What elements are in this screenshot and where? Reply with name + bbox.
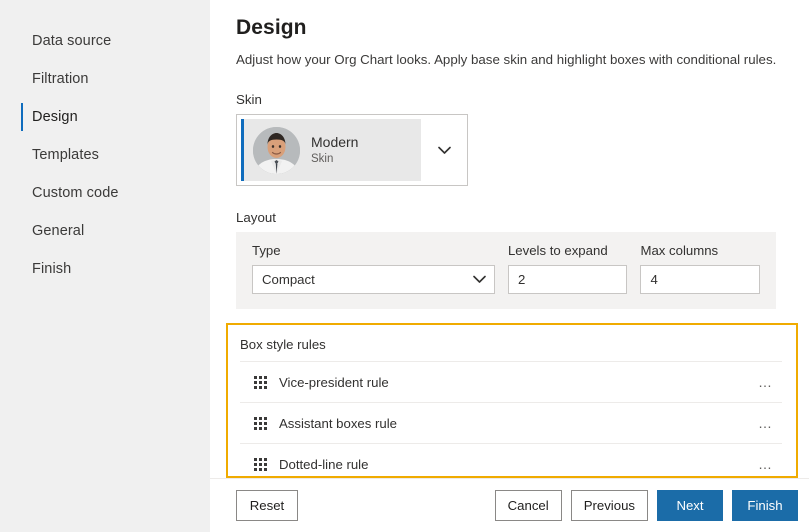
wizard-window: Data source Filtration Design Templates … — [0, 0, 809, 532]
next-button[interactable]: Next — [657, 490, 723, 521]
layout-type-value: Compact — [262, 272, 315, 288]
sidebar-item-label: Filtration — [32, 70, 89, 87]
skin-preview: Modern Skin — [241, 119, 421, 182]
page-subtitle: Adjust how your Org Chart looks. Apply b… — [236, 52, 777, 67]
skin-dropdown-toggle[interactable] — [421, 115, 467, 185]
layout-type-select[interactable]: Compact — [252, 265, 495, 295]
ellipsis-icon[interactable]: … — [758, 375, 778, 389]
box-style-rules-label: Box style rules — [240, 337, 326, 352]
drag-handle-icon[interactable] — [254, 457, 268, 471]
sidebar-item-design[interactable]: Design — [0, 98, 210, 136]
chevron-down-icon — [473, 275, 486, 284]
skin-selector[interactable]: Modern Skin — [236, 114, 468, 187]
sidebar-item-finish[interactable]: Finish — [0, 250, 210, 288]
skin-subtitle: Skin — [311, 153, 334, 166]
drag-handle-icon[interactable] — [254, 416, 268, 430]
skin-text: Modern Skin — [300, 134, 358, 166]
sidebar-item-templates[interactable]: Templates — [0, 136, 210, 174]
previous-button[interactable]: Previous — [570, 490, 648, 521]
ellipsis-icon[interactable]: … — [758, 416, 778, 430]
avatar-photo-icon — [253, 126, 300, 174]
ellipsis-icon[interactable]: … — [758, 457, 778, 471]
cancel-button[interactable]: Cancel — [494, 490, 562, 521]
rule-row[interactable]: Assistant boxes rule … — [240, 402, 782, 443]
drag-handle-icon[interactable] — [254, 375, 268, 389]
sidebar-item-label: Templates — [32, 146, 99, 163]
max-columns-input[interactable]: 4 — [640, 265, 760, 295]
reset-button[interactable]: Reset — [236, 490, 298, 521]
levels-to-expand-field: Levels to expand 2 — [507, 243, 628, 295]
layout-type-label: Type — [252, 243, 281, 259]
skin-name: Modern — [311, 134, 359, 151]
max-columns-value: 4 — [650, 272, 658, 288]
max-columns-field: Max columns 4 — [640, 243, 760, 295]
chevron-down-icon — [437, 146, 451, 154]
max-columns-label: Max columns — [640, 243, 719, 259]
box-style-rules-section: Box style rules Vice-president rule … As… — [226, 323, 798, 478]
levels-to-expand-input[interactable]: 2 — [507, 265, 628, 295]
levels-to-expand-value: 2 — [517, 272, 526, 288]
sidebar-item-label: Custom code — [32, 184, 119, 201]
levels-to-expand-label: Levels to expand — [507, 243, 608, 259]
sidebar-item-label: Finish — [32, 260, 72, 277]
wizard-step-sidebar: Data source Filtration Design Templates … — [0, 0, 210, 532]
rule-name: Assistant boxes rule — [279, 415, 398, 431]
page-title: Design — [236, 16, 307, 39]
rule-name: Vice-president rule — [279, 374, 389, 390]
sidebar-item-data-source[interactable]: Data source — [0, 22, 210, 60]
avatar — [253, 126, 300, 174]
sidebar-item-label: Data source — [32, 32, 112, 49]
layout-section-label: Layout — [236, 210, 276, 226]
sidebar-item-general[interactable]: General — [0, 212, 210, 250]
wizard-footer: Reset Cancel Previous Next Finish — [210, 478, 809, 532]
sidebar-item-custom-code[interactable]: Custom code — [0, 174, 210, 212]
skin-section-label: Skin — [236, 92, 262, 108]
layout-type-field: Type Compact — [252, 243, 495, 295]
footer-actions: Cancel Previous Next Finish — [494, 490, 798, 521]
sidebar-item-filtration[interactable]: Filtration — [0, 60, 210, 98]
sidebar-item-label: General — [32, 222, 85, 239]
layout-panel: Type Compact Levels to expand 2 Max colu… — [236, 232, 776, 310]
finish-button[interactable]: Finish — [732, 490, 798, 521]
rule-name: Dotted-line rule — [279, 456, 369, 472]
rule-row[interactable]: Vice-president rule … — [240, 361, 782, 402]
box-style-rules-inner: Box style rules Vice-president rule … As… — [228, 325, 796, 476]
sidebar-item-label: Design — [32, 108, 78, 125]
